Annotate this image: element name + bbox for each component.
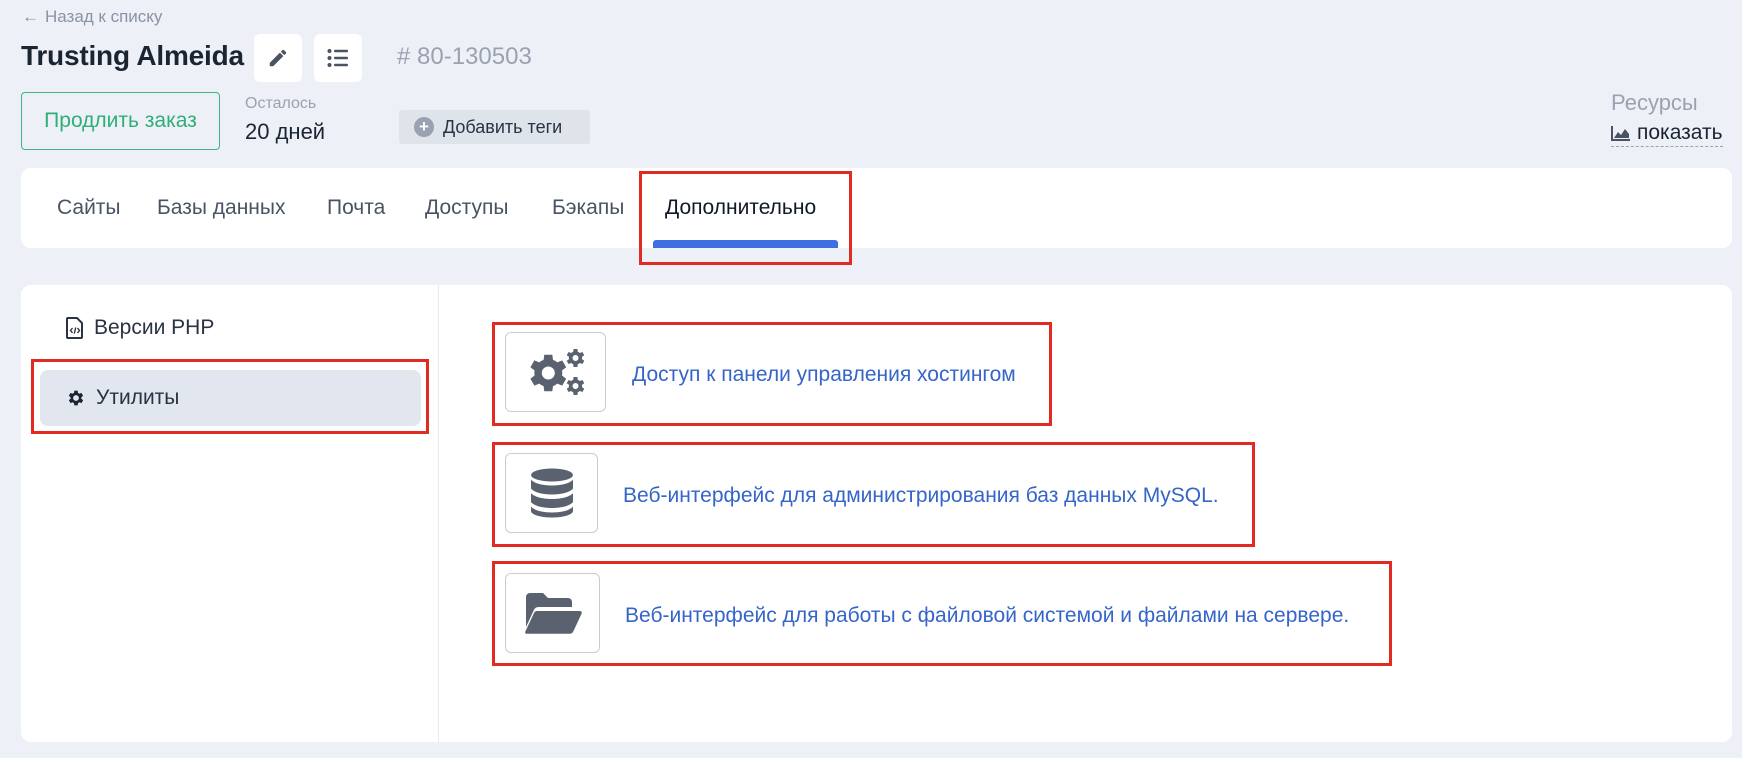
hosting-panel-link[interactable]: Доступ к панели управления хостингом — [632, 363, 1016, 387]
remaining-label: Осталось — [245, 95, 317, 112]
tab-access[interactable]: Доступы — [425, 196, 508, 220]
file-manager-tile[interactable] — [505, 573, 600, 653]
remaining-value: 20 дней — [245, 119, 326, 144]
sidebar-item-label: Утилиты — [96, 386, 180, 409]
hosting-panel-tile[interactable] — [505, 332, 606, 412]
arrow-left-icon: ← — [22, 7, 39, 26]
database-icon — [530, 468, 573, 518]
mysql-admin-link[interactable]: Веб-интерфейс для администрирования баз … — [623, 484, 1219, 508]
order-id: # 80-130503 — [397, 43, 532, 70]
tab-mail[interactable]: Почта — [327, 196, 385, 220]
gear-icon — [68, 390, 84, 406]
extend-order-button[interactable]: Продлить заказ — [21, 92, 220, 150]
content-panel — [21, 285, 1732, 742]
page-title: Trusting Almeida — [21, 40, 244, 71]
gears-icon — [529, 349, 584, 395]
list-button[interactable] — [314, 34, 362, 82]
tab-databases[interactable]: Базы данных — [157, 196, 286, 220]
pencil-icon — [269, 49, 287, 67]
sidebar-item-label: Версии PHP — [94, 316, 215, 339]
php-file-icon — [66, 317, 83, 339]
resources-label: Ресурсы — [1611, 90, 1698, 115]
panel-divider — [438, 285, 439, 742]
tab-sites[interactable]: Сайты — [57, 196, 121, 220]
area-chart-icon — [1611, 126, 1630, 141]
file-manager-link[interactable]: Веб-интерфейс для работы с файловой сист… — [625, 604, 1349, 628]
edit-button[interactable] — [254, 34, 302, 82]
plus-circle-icon: + — [414, 117, 434, 137]
folder-open-icon — [524, 593, 582, 634]
back-link-label: Назад к списку — [45, 7, 163, 26]
add-tags-label: Добавить теги — [443, 116, 563, 137]
mysql-admin-tile[interactable] — [505, 453, 598, 533]
add-tags-button[interactable]: + Добавить теги — [399, 110, 590, 144]
sidebar-item-utilities[interactable]: Утилиты — [66, 386, 179, 410]
resources-show-link[interactable]: показать — [1611, 121, 1723, 147]
back-link[interactable]: ← Назад к списку — [22, 7, 162, 27]
resources-show-label: показать — [1637, 121, 1723, 144]
tab-backups[interactable]: Бэкапы — [552, 196, 624, 220]
active-tab-indicator — [653, 240, 838, 248]
sidebar-item-php-versions[interactable]: Версии PHP — [66, 316, 214, 340]
list-icon — [327, 49, 348, 67]
tab-additional[interactable]: Дополнительно — [665, 196, 816, 220]
